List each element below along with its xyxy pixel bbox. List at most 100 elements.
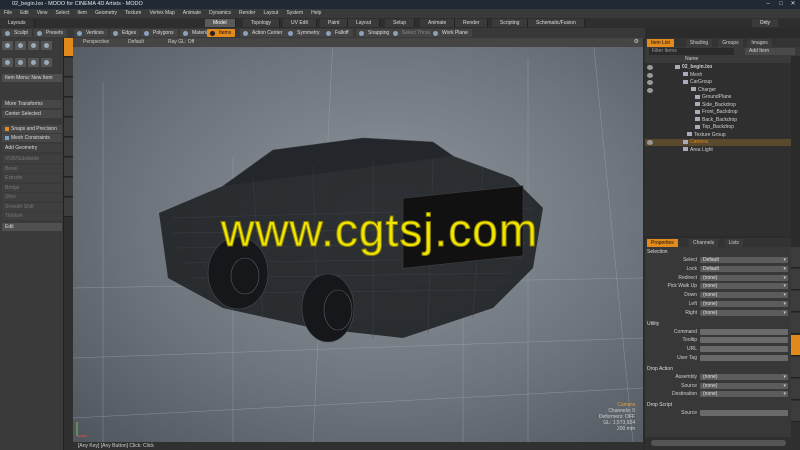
item-row[interactable]: Mesh (645, 72, 791, 79)
layout-tab-uv-edit[interactable]: UV Edit (283, 19, 317, 27)
prop-field-lock[interactable]: Default (700, 265, 788, 272)
left-vtab-mesh-edit[interactable] (64, 98, 73, 117)
right-vtab[interactable] (791, 379, 800, 400)
vertices-button[interactable]: Vertices (74, 29, 108, 37)
geometry-item-bevel[interactable]: Bevel (2, 164, 62, 173)
left-vtab-polygon[interactable] (64, 158, 73, 177)
prop-field-down[interactable]: (none) (700, 292, 788, 299)
geometry-item-extrude[interactable]: Extrude (2, 174, 62, 182)
menu-help[interactable]: Help (307, 10, 325, 16)
layout-tab-scripting[interactable]: Scripting (492, 19, 529, 27)
geometry-item-slice[interactable]: Slice (2, 193, 62, 201)
3d-viewport[interactable]: www.cgtsj.com Camera Channels: 0 Deformer… (73, 38, 643, 442)
right-vtab[interactable] (791, 247, 800, 268)
visibility-eye-icon[interactable] (647, 87, 653, 93)
only-toggle[interactable]: Only (751, 19, 778, 27)
geometry-item-bridge[interactable]: Bridge (2, 183, 62, 192)
tab-lists[interactable]: Lists (724, 239, 743, 247)
item-row[interactable]: CarGroup (645, 79, 791, 86)
drop-script-section-header[interactable]: Drop Script (647, 402, 672, 408)
visibility-eye-icon[interactable] (647, 80, 653, 85)
geometry-item-vob-subdivide[interactable]: VOB/Subdivide (2, 155, 62, 163)
left-vtab-duplicate[interactable] (64, 78, 73, 97)
menu-vertex-map[interactable]: Vertex Map (145, 10, 178, 16)
right-vtab[interactable] (791, 357, 800, 378)
menu-render[interactable]: Render (235, 10, 259, 16)
shading-select[interactable]: Default (128, 38, 144, 47)
menu-texture[interactable]: Texture (121, 10, 145, 16)
selection-section-header[interactable]: Selection (647, 249, 668, 255)
menu-animate[interactable]: Animate (179, 10, 205, 16)
add-item-button[interactable]: Add Item (745, 48, 795, 55)
menu-file[interactable]: File (0, 10, 16, 16)
more-transforms-button[interactable]: More Transforms (2, 100, 62, 108)
edges-button[interactable]: Edges (110, 29, 141, 37)
item-row[interactable]: Area Light (645, 147, 791, 154)
prop-field-user-tag[interactable] (700, 355, 788, 361)
item-row[interactable]: Camera (645, 139, 791, 146)
right-vtab[interactable] (791, 313, 800, 334)
prop-field-tooltip[interactable] (700, 337, 788, 344)
mode-select[interactable]: Edit (2, 223, 62, 231)
utility-section-header[interactable]: Utility (647, 321, 659, 327)
polygons-button[interactable]: Polygons (141, 29, 178, 37)
menu-item[interactable]: Item (73, 10, 91, 16)
menu-select[interactable]: Select (51, 10, 73, 16)
transform-tool-icon[interactable] (41, 41, 52, 50)
command-line-input[interactable] (651, 440, 786, 446)
layout-tab-model[interactable]: Model (205, 19, 236, 27)
cube-tool-icon[interactable] (15, 58, 26, 67)
item-row[interactable]: Charger (645, 87, 791, 94)
items-button[interactable]: Items (207, 29, 236, 37)
drop-action-section-header[interactable]: Drop Action (647, 366, 673, 372)
minimize-icon[interactable]: – (762, 1, 774, 8)
raygl-toggle[interactable]: Ray GL: Off (168, 38, 194, 47)
layout-tab-setup[interactable]: Setup (385, 19, 416, 27)
tab-images[interactable]: Images (747, 39, 772, 47)
pen-tool-icon[interactable] (41, 58, 52, 67)
layout-tab-layout[interactable]: Layout (348, 19, 381, 27)
tab-groups[interactable]: Groups (718, 39, 743, 47)
right-vtab[interactable] (791, 335, 800, 356)
prop-field-select[interactable]: Default (700, 257, 788, 263)
symmetry-button[interactable]: Symmetry (285, 29, 324, 37)
right-vtab[interactable] (791, 401, 800, 422)
cylinder-tool-icon[interactable] (28, 58, 39, 67)
filter-items-input[interactable]: Filter Items (649, 48, 734, 55)
left-vtab-paint[interactable] (64, 198, 73, 217)
prop-field-source[interactable]: (none) (700, 382, 788, 389)
prop-field-right[interactable]: (none) (700, 309, 788, 316)
menu-view[interactable]: View (33, 10, 52, 16)
item-row[interactable]: Back_Backdrop (645, 117, 791, 124)
item-row[interactable]: Texture Group (645, 132, 791, 139)
layout-tab-animate[interactable]: Animate (420, 19, 456, 27)
layout-tab-topology[interactable]: Topology (243, 19, 281, 27)
prop-field-destination[interactable]: (none) (700, 391, 788, 398)
rotate-tool-icon[interactable] (15, 41, 26, 50)
item-row[interactable]: GroundPlane (645, 94, 791, 101)
close-icon[interactable]: ✕ (787, 1, 799, 8)
prop-field-assembly[interactable]: (none) (700, 373, 788, 380)
item-row[interactable]: Side_Backdrop (645, 102, 791, 109)
prop-field-redirect[interactable]: (none) (700, 274, 788, 281)
tab-properties[interactable]: Properties (647, 239, 678, 247)
view-mode-select[interactable]: Perspective (83, 38, 109, 47)
menu-edit[interactable]: Edit (16, 10, 33, 16)
add-geometry-header[interactable]: Add Geometry (2, 144, 62, 152)
sphere-tool-icon[interactable] (2, 58, 13, 67)
prop-field-pick-walk-up[interactable]: (none) (700, 283, 788, 290)
menu-system[interactable]: System (282, 10, 307, 16)
action-center-button[interactable]: Action Center (240, 29, 287, 37)
item-row[interactable]: Top_Backdrop (645, 124, 791, 131)
layout-tab-paint[interactable]: Paint (320, 19, 349, 27)
visibility-eye-icon[interactable] (647, 65, 653, 70)
tab-channels[interactable]: Channels (689, 239, 719, 247)
prop-field-left[interactable]: (none) (700, 301, 788, 307)
move-tool-icon[interactable] (2, 41, 13, 50)
falloff-button[interactable]: Falloff (323, 29, 353, 37)
left-vtab-curve[interactable] (64, 178, 73, 197)
snapping-button[interactable]: Snapping (356, 29, 394, 37)
geometry-item-smooth-shift[interactable]: Smooth Shift (2, 202, 62, 211)
visibility-eye-icon[interactable] (647, 140, 653, 145)
geometry-item-thicken[interactable]: Thicken (2, 212, 62, 220)
